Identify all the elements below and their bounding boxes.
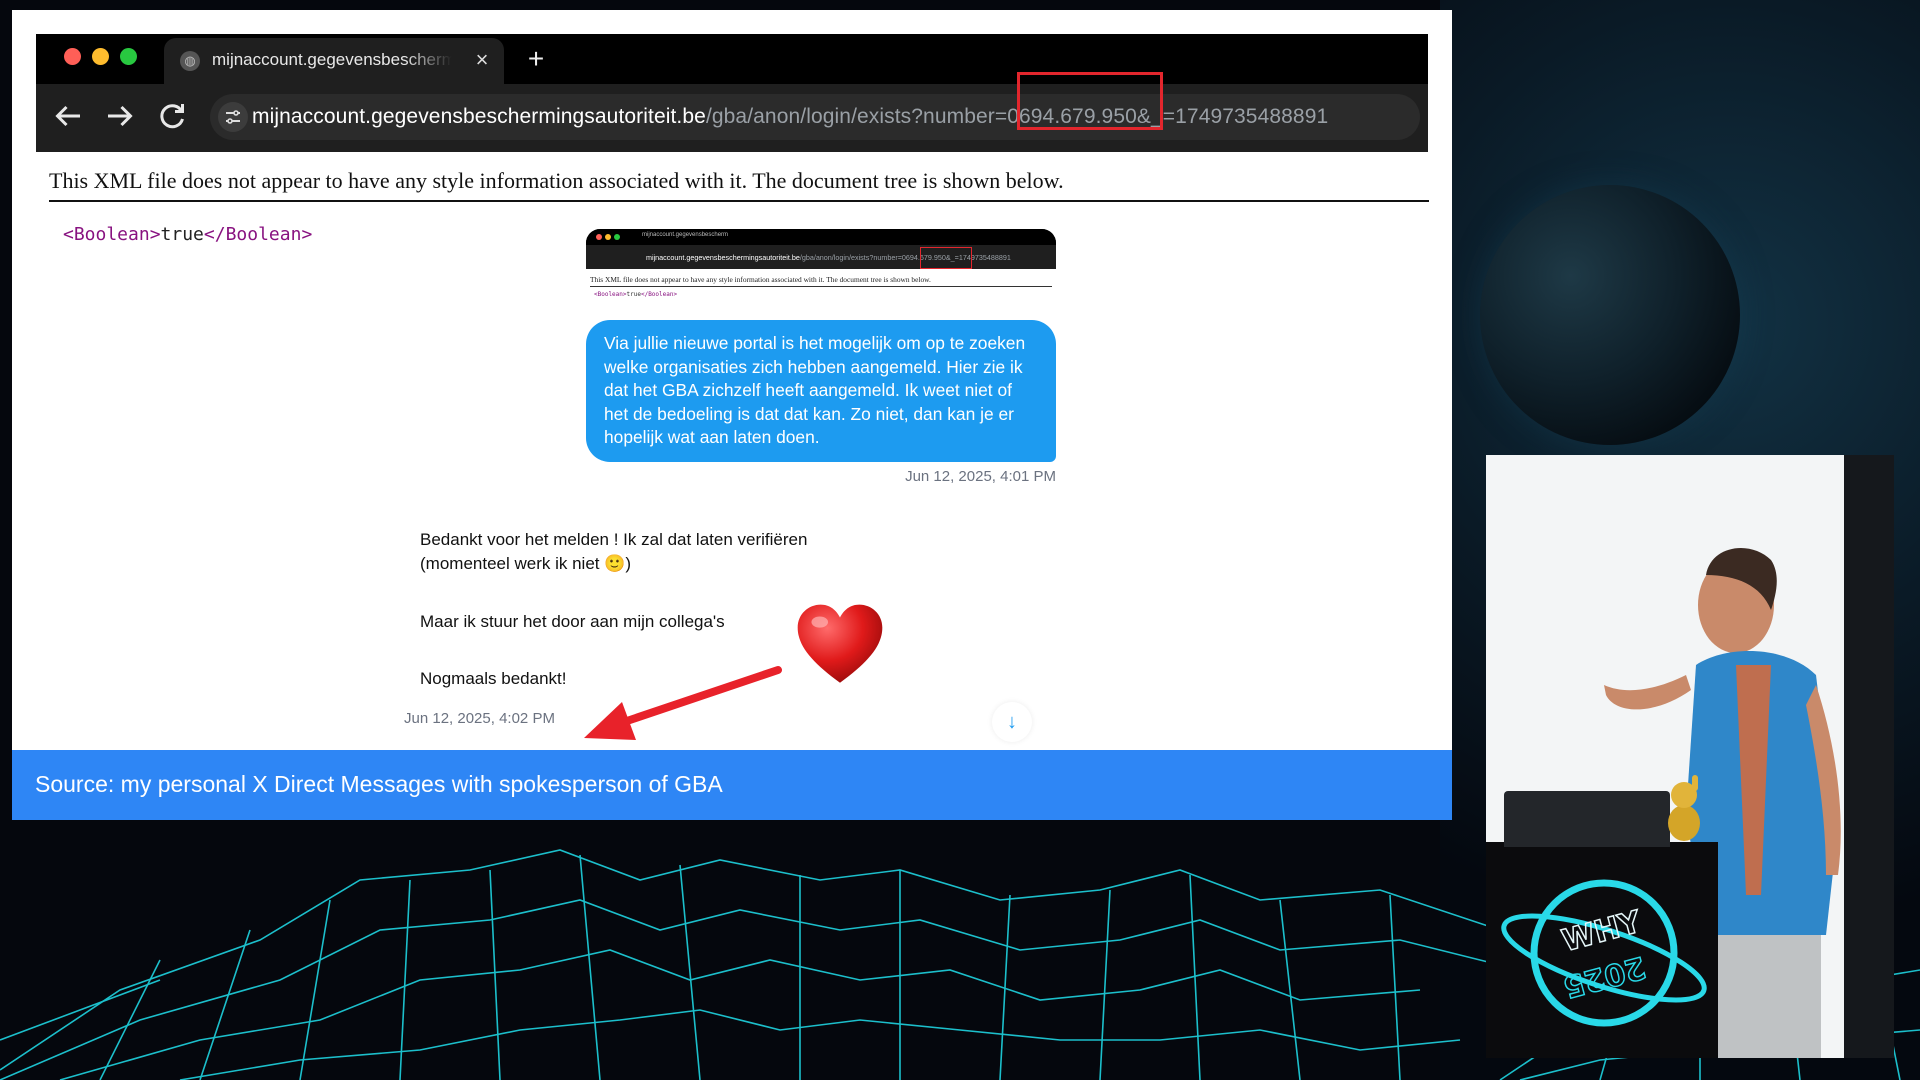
incoming-message[interactable]: Maar ik stuur het door aan mijn collega'…	[420, 610, 800, 634]
window-minimize-icon[interactable]	[92, 48, 109, 65]
thumbnail-xml-open: <Boolean>	[594, 291, 627, 298]
arrow-pointer-icon	[584, 666, 782, 740]
outgoing-message-text: Via jullie nieuwe portal is het mogelijk…	[604, 333, 1026, 447]
thumbnail-tab-title: mijnaccount.gegevensbescherm	[642, 232, 729, 238]
arrow-left-icon[interactable]	[50, 98, 86, 134]
tab-close-icon[interactable]: ×	[468, 46, 496, 74]
xml-value: true	[160, 224, 204, 245]
window-maximize-icon[interactable]	[120, 48, 137, 65]
thumbnail-xml-close: </Boolean>	[640, 291, 678, 298]
presentation-slide: ◍ mijnaccount.gegevensbescherm × + mijna…	[12, 10, 1452, 820]
thumbnail-browser-bar: mijnaccount.gegevensbescherm mijnaccount…	[586, 229, 1056, 269]
outgoing-timestamp: Jun 12, 2025, 4:01 PM	[905, 468, 1056, 485]
xml-document-tree: <Boolean>true</Boolean>	[63, 224, 312, 245]
thumbnail-url-host: mijnaccount.gegevensbeschermingsautorite…	[646, 253, 800, 262]
divider	[49, 200, 1429, 202]
reload-icon[interactable]	[154, 98, 190, 134]
thumbnail-dot	[614, 234, 620, 240]
thumbnail-highlight-box	[920, 247, 972, 269]
xml-close-tag: </Boolean>	[203, 224, 313, 245]
heart-icon	[797, 604, 883, 683]
thumbnail-dot	[596, 234, 602, 240]
thumbnail-xml-value: true	[626, 291, 641, 298]
incoming-timestamp: Jun 12, 2025, 4:02 PM	[404, 710, 555, 727]
source-banner: Source: my personal X Direct Messages wi…	[12, 750, 1452, 820]
thumbnail-dot	[605, 234, 611, 240]
thumbnail-tab-strip: mijnaccount.gegevensbescherm	[586, 229, 1056, 245]
globe-icon: ◍	[180, 51, 200, 71]
thumbnail-divider	[590, 286, 1052, 287]
thumbnail-xml-notice: This XML file does not appear to have an…	[590, 275, 931, 284]
new-tab-button[interactable]: +	[520, 42, 552, 76]
url-host: mijnaccount.gegevensbeschermingsautorite…	[252, 105, 706, 128]
source-text: Source: my personal X Direct Messages wi…	[35, 771, 723, 797]
speaker-video: WHY 2025	[1486, 455, 1894, 1058]
outgoing-message-bubble[interactable]: Via jullie nieuwe portal is het mogelijk…	[586, 320, 1056, 462]
laptop	[1504, 791, 1670, 847]
window-close-icon[interactable]	[64, 48, 81, 65]
lucky-cat-icon	[1668, 775, 1700, 841]
tune-icon[interactable]	[218, 102, 248, 132]
browser-chrome: ◍ mijnaccount.gegevensbescherm × + mijna…	[36, 34, 1428, 152]
tab-title: mijnaccount.gegevensbescherm	[212, 50, 452, 69]
planet-graphic	[1480, 185, 1740, 445]
address-bar[interactable]: mijnaccount.gegevensbeschermingsautorite…	[210, 94, 1420, 140]
xml-open-tag: <Boolean>	[63, 224, 161, 245]
xml-style-notice: This XML file does not appear to have an…	[49, 168, 1064, 193]
dm-attached-screenshot[interactable]: mijnaccount.gegevensbescherm mijnaccount…	[586, 229, 1056, 301]
why2025-logo: WHY 2025	[1501, 879, 1707, 1027]
incoming-message[interactable]: Bedankt voor het melden ! Ik zal dat lat…	[420, 528, 840, 575]
url-number-highlight-box	[1017, 72, 1163, 130]
arrow-right-icon[interactable]	[102, 98, 138, 134]
scroll-down-button[interactable]: ↓	[992, 702, 1032, 742]
tab-strip: ◍ mijnaccount.gegevensbescherm × +	[36, 34, 1428, 84]
url-text: mijnaccount.gegevensbeschermingsautorite…	[252, 105, 1328, 129]
thumbnail-xml-tree: <Boolean>true</Boolean>	[594, 291, 677, 298]
tab-active[interactable]: ◍ mijnaccount.gegevensbescherm ×	[164, 38, 504, 84]
thumbnail-url-path: /gba/anon/login/exists?number=0694.679.9…	[799, 253, 1011, 262]
